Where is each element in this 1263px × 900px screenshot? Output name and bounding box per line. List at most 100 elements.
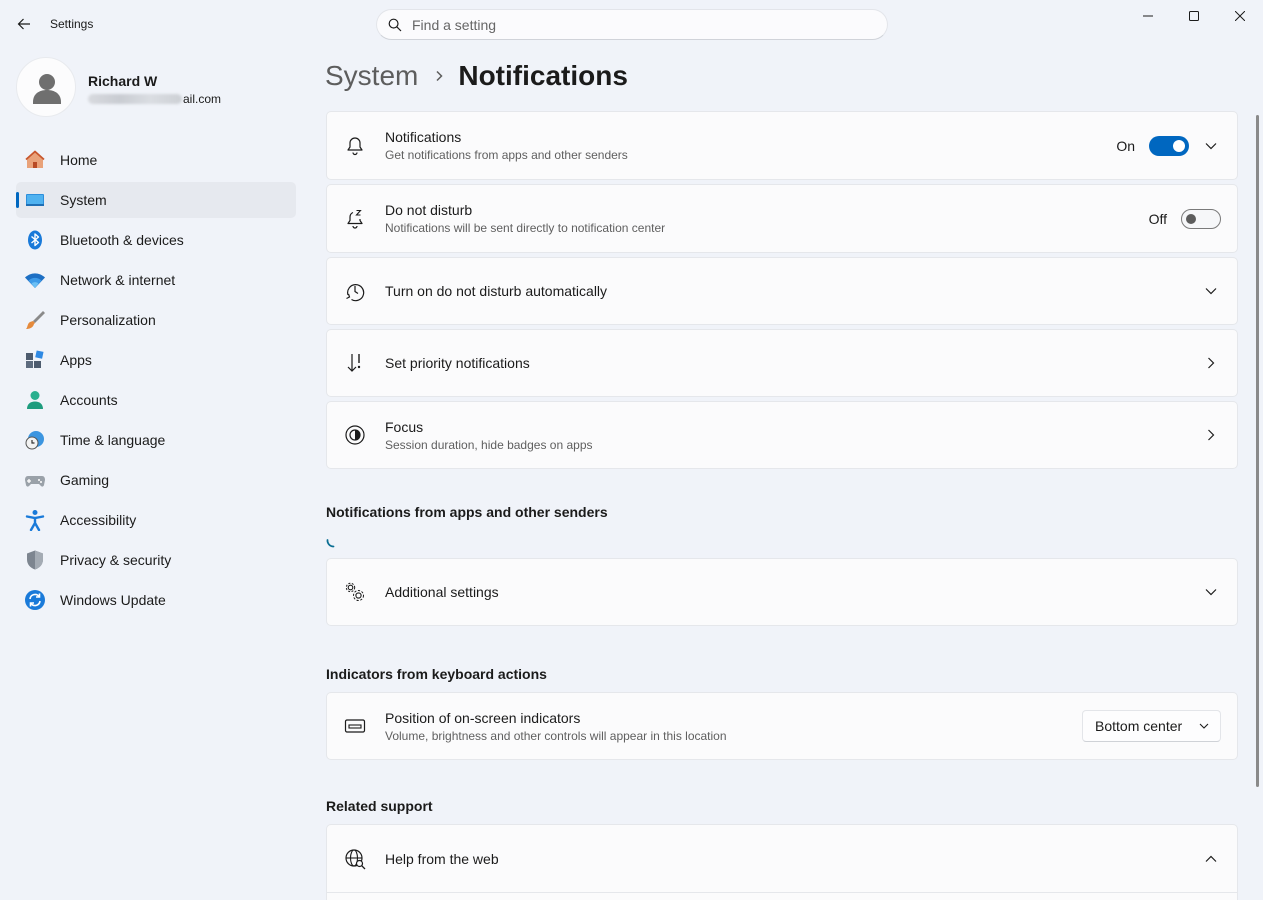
position-dropdown-value: Bottom center: [1095, 718, 1183, 734]
search-icon: [388, 18, 402, 31]
sidebar-item-label: Network & internet: [60, 272, 176, 288]
scrollbar[interactable]: [1256, 115, 1259, 787]
accounts-icon: [24, 389, 46, 411]
position-title: Position of on-screen indicators: [385, 709, 581, 726]
notifications-title: Notifications: [385, 129, 462, 145]
wifi-icon: [24, 269, 46, 291]
sidebar-item-privacy[interactable]: Privacy & security: [16, 542, 296, 578]
sidebar-item-bluetooth[interactable]: Bluetooth & devices: [16, 222, 296, 258]
close-icon: [1235, 11, 1245, 21]
chevron-down-icon[interactable]: [1199, 134, 1223, 158]
system-icon: [24, 189, 46, 211]
notifications-card[interactable]: Notifications Get notifications from app…: [326, 111, 1238, 180]
search-box[interactable]: [376, 9, 888, 40]
minimize-button[interactable]: [1125, 0, 1171, 32]
gears-icon: [343, 580, 367, 604]
additional-settings-title: Additional settings: [385, 584, 499, 600]
main-content: Notifications Get notifications from app…: [326, 111, 1238, 900]
additional-settings-card[interactable]: Additional settings: [326, 558, 1238, 626]
shield-icon: [24, 549, 46, 571]
notifications-toggle[interactable]: [1149, 135, 1189, 156]
person-icon: [33, 74, 61, 104]
dnd-desc: Notifications will be sent directly to n…: [385, 221, 666, 235]
focus-card[interactable]: Focus Session duration, hide badges on a…: [326, 401, 1238, 469]
bell-icon: [343, 134, 367, 158]
sidebar-item-system[interactable]: System: [16, 182, 296, 218]
bluetooth-icon: [24, 229, 46, 251]
dnd-automatic-card[interactable]: Turn on do not disturb automatically: [326, 257, 1238, 325]
apps-icon: [24, 349, 46, 371]
sidebar-item-accounts[interactable]: Accounts: [16, 382, 296, 418]
maximize-icon: [1189, 11, 1199, 21]
do-not-disturb-card[interactable]: Do not disturb Notifications will be sen…: [326, 184, 1238, 253]
sidebar-item-network[interactable]: Network & internet: [16, 262, 296, 298]
user-profile[interactable]: Richard W ail.com: [16, 57, 296, 117]
profile-email-suffix: ail.com: [183, 92, 222, 106]
sidebar-item-windows-update[interactable]: Windows Update: [16, 582, 296, 618]
priority-notifications-card[interactable]: Set priority notifications: [326, 329, 1238, 397]
update-icon: [24, 589, 46, 611]
sidebar-item-label: Bluetooth & devices: [60, 232, 184, 248]
sidebar-item-personalization[interactable]: Personalization: [16, 302, 296, 338]
help-from-web-card[interactable]: Help from the web: [326, 824, 1238, 893]
chevron-down-icon: [1199, 723, 1209, 729]
focus-title: Focus: [385, 418, 424, 435]
sidebar-item-label: Privacy & security: [60, 552, 172, 568]
globe-search-icon: [343, 847, 367, 871]
sidebar-item-accessibility[interactable]: Accessibility: [16, 502, 296, 538]
search-input[interactable]: [412, 16, 852, 33]
notifications-desc: Get notifications from apps and other se…: [385, 148, 628, 162]
sidebar-item-label: Windows Update: [60, 592, 166, 608]
sidebar-item-gaming[interactable]: Gaming: [16, 462, 296, 498]
gamepad-icon: [24, 469, 46, 491]
sidebar-item-label: Accounts: [60, 392, 118, 408]
app-title: Settings: [50, 17, 94, 31]
sidebar-item-apps[interactable]: Apps: [16, 342, 296, 378]
profile-name: Richard W: [88, 73, 158, 89]
maximize-button[interactable]: [1171, 0, 1217, 32]
breadcrumb-parent[interactable]: System: [325, 60, 418, 92]
dnd-toggle-label: Off: [1148, 210, 1167, 227]
focus-icon: [343, 423, 367, 447]
help-title: Help from the web: [385, 850, 499, 867]
accessibility-icon: [24, 509, 46, 531]
notifications-toggle-label: On: [1116, 137, 1135, 154]
position-desc: Volume, brightness and other controls wi…: [385, 728, 727, 743]
avatar: [16, 57, 76, 117]
section-title-related-support: Related support: [326, 798, 433, 814]
position-dropdown[interactable]: Bottom center: [1082, 710, 1221, 742]
sidebar-item-label: Apps: [60, 352, 92, 368]
loading-spinner: [326, 538, 1238, 552]
onscreen-indicators-card: Position of on-screen indicators Volume,…: [326, 692, 1238, 760]
sidebar-item-label: Personalization: [60, 312, 156, 328]
sidebar-item-label: Time & language: [60, 432, 166, 448]
section-title-indicators: Indicators from keyboard actions: [326, 666, 547, 682]
dnd-title: Do not disturb: [385, 202, 473, 218]
dnd-toggle[interactable]: [1181, 208, 1221, 229]
chevron-right-icon[interactable]: [1199, 423, 1223, 447]
breadcrumb: System Notifications: [325, 58, 628, 94]
chevron-right-icon[interactable]: [1199, 351, 1223, 375]
section-title-apps-senders: Notifications from apps and other sender…: [326, 504, 608, 520]
sidebar-item-label: Accessibility: [60, 512, 137, 528]
profile-email: ail.com: [88, 92, 221, 106]
close-button[interactable]: [1217, 0, 1263, 32]
chevron-down-icon[interactable]: [1199, 279, 1223, 303]
clock-icon: [343, 279, 367, 303]
bell-snooze-icon: [343, 207, 367, 231]
sidebar-item-label: Gaming: [60, 472, 110, 488]
sidebar-item-time-language[interactable]: Time & language: [16, 422, 296, 458]
focus-desc: Session duration, hide badges on apps: [385, 437, 593, 452]
title-bar: Settings: [0, 0, 1263, 48]
clock-globe-icon: [24, 429, 46, 451]
indicator-screen-icon: [343, 714, 367, 738]
minimize-icon: [1143, 15, 1153, 17]
sidebar-item-home[interactable]: Home: [16, 142, 296, 178]
priority-title: Set priority notifications: [385, 355, 530, 371]
dnd-auto-title: Turn on do not disturb automatically: [385, 283, 608, 299]
chevron-down-icon[interactable]: [1199, 580, 1223, 604]
back-button[interactable]: [12, 12, 36, 36]
chevron-up-icon[interactable]: [1199, 847, 1223, 871]
page-title: Notifications: [458, 60, 628, 91]
back-arrow-icon: [17, 18, 30, 30]
